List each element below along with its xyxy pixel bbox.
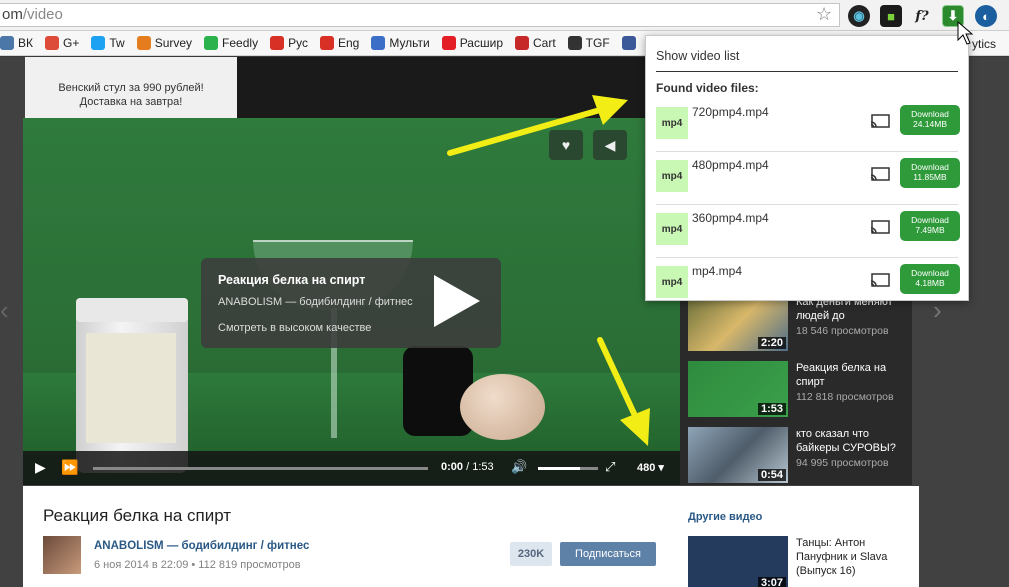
browser-logo-icon[interactable]: ◐ [975, 5, 997, 27]
camera-small-icon [567, 36, 582, 50]
fquestion-icon[interactable]: f? [911, 5, 933, 27]
video-details: Реакция белка на спирт ANABOLISM — бодиб… [23, 486, 919, 587]
video-title: Реакция белка на спирт [43, 506, 232, 525]
channel-link[interactable]: ANABOLISM — бодибилдинг / фитнес [94, 540, 309, 552]
related-video-item[interactable]: 0:54 кто сказал что байкеры СУРОВЫ? 94 99… [680, 421, 912, 483]
url-path: /video [22, 6, 63, 23]
video-player[interactable]: ♥ ◀ Реакция белка на спирт ANABOLISM — б… [23, 118, 680, 485]
bookmark-multi[interactable]: Мульти [371, 36, 430, 50]
video-info-card[interactable]: Реакция белка на спирт ANABOLISM — бодиб… [201, 258, 501, 348]
other-videos-heading[interactable]: Другие видео [688, 511, 762, 523]
volume-slider[interactable] [538, 467, 598, 470]
mp4-badge: mp4 [656, 160, 688, 192]
quality-selector[interactable]: 480 ▾ [637, 461, 664, 474]
bookmark-vk[interactable]: ВК [0, 36, 33, 50]
found-files-heading: Found video files: [656, 81, 759, 95]
yandex-icon [441, 36, 456, 50]
video-file-row: mp4 480pmp4.mp4 Download 11.85MB [656, 152, 960, 205]
bookmark-tgf[interactable]: TGF [567, 36, 610, 50]
like-heart-icon[interactable]: ♥ [549, 130, 583, 160]
video-file-row: mp4 360pmp4.mp4 Download 7.49MB [656, 205, 960, 258]
timecode: 0:00 / 1:53 [441, 461, 494, 473]
show-video-list-link[interactable]: Show video list [656, 36, 958, 72]
cast-icon[interactable] [870, 167, 890, 181]
volume-icon[interactable]: 🔊 [511, 459, 527, 475]
video-thumbnail[interactable]: 3:07 [688, 536, 788, 587]
background-strip [237, 57, 647, 119]
video-thumbnail: 1:53 [688, 361, 788, 417]
player-top-actions: ♥ ◀ [549, 130, 627, 160]
video-meta: 6 ноя 2014 в 22:09 • 112 819 просмотров [94, 559, 301, 571]
feedly-icon [204, 36, 219, 50]
file-name: mp4.mp4 [692, 264, 743, 278]
bookmark-gplus[interactable]: G+ [45, 36, 79, 50]
ad-block[interactable]: Венский стул за 990 рублей! Доставка на … [25, 57, 237, 119]
download-button[interactable]: Download 7.49MB [900, 211, 960, 241]
file-name: 480pmp4.mp4 [692, 158, 769, 172]
cast-icon[interactable] [870, 220, 890, 234]
translate-icon [270, 36, 285, 50]
prev-arrow-icon[interactable]: ‹ [0, 295, 9, 326]
twitter-icon [91, 36, 106, 50]
avatar[interactable] [43, 536, 81, 574]
related-videos: 2:20 Как деньги меняют людей до 18 546 пр… [680, 289, 912, 485]
bookmark-extensions[interactable]: Расшир [441, 36, 503, 50]
url-bar[interactable]: om/video [0, 3, 840, 27]
gplus-icon [45, 36, 59, 50]
url-host: om [2, 6, 23, 23]
video-jar-label [86, 333, 176, 443]
cart-icon [515, 36, 529, 50]
green-square-icon[interactable]: ■ [880, 5, 902, 27]
player-controls: ▶ ⏩ 0:00 / 1:53 🔊 ⤢ 480 ▾ [23, 451, 680, 485]
mp4-badge: mp4 [656, 107, 688, 139]
download-popup: Show video list Found video files: mp4 7… [645, 35, 969, 301]
bookmark-cart[interactable]: Cart [515, 36, 556, 50]
video-file-row: mp4 mp4.mp4 Download 4.18MB [656, 258, 960, 311]
bookmark-facebook[interactable] [621, 36, 636, 50]
bookmark-rus[interactable]: Рус [270, 36, 308, 50]
bookmark-feedly[interactable]: Feedly [204, 36, 258, 50]
file-name: 720pmp4.mp4 [692, 105, 769, 119]
video-jar-lid [76, 298, 188, 322]
mp4-badge: mp4 [656, 213, 688, 245]
cast-icon[interactable] [870, 114, 890, 128]
cast-icon[interactable] [870, 273, 890, 287]
download-button[interactable]: Download 24.14MB [900, 105, 960, 135]
video-object [403, 346, 473, 436]
download-button[interactable]: Download 11.85MB [900, 158, 960, 188]
bookmark-star-icon[interactable]: ☆ [816, 4, 832, 25]
related-video-item[interactable]: 1:53 Реакция белка на спирт 112 818 просм… [680, 355, 912, 417]
play-big-icon[interactable] [434, 275, 480, 327]
other-video-title[interactable]: Танцы: Антон Пануфник и Slava (Выпуск 16… [796, 536, 916, 578]
video-file-row: mp4 720pmp4.mp4 Download 24.14MB [656, 99, 960, 152]
bookmark-survey[interactable]: Survey [136, 36, 192, 50]
volume-level [538, 467, 580, 470]
download-button[interactable]: Download 4.18MB [900, 264, 960, 294]
download-arrow-icon[interactable]: ⬇ [942, 5, 964, 27]
bookmark-twitter[interactable]: Tw [91, 36, 125, 50]
bookmark-analytics-tail: ytics [972, 37, 996, 51]
subscriber-count: 230K [510, 542, 552, 566]
video-egg [460, 374, 545, 440]
translate-icon [319, 36, 334, 50]
progress-bar[interactable] [93, 467, 428, 470]
vk-icon [0, 36, 14, 50]
file-name: 360pmp4.mp4 [692, 211, 769, 225]
video-thumbnail: 0:54 [688, 427, 788, 483]
subscribe-button[interactable]: Подписаться [560, 542, 656, 566]
bookmark-eng[interactable]: Eng [319, 36, 359, 50]
mp4-badge: mp4 [656, 266, 688, 298]
fast-forward-icon[interactable]: ⏩ [61, 459, 78, 476]
share-megaphone-icon[interactable]: ◀ [593, 130, 627, 160]
multi-icon [371, 36, 386, 50]
play-icon[interactable]: ▶ [35, 459, 46, 476]
fullscreen-icon[interactable]: ⤢ [605, 459, 615, 475]
survey-icon [136, 36, 151, 50]
facebook-icon [621, 36, 636, 50]
browser-toolbar: om/video ☆ ◉ ■ f? ⬇ ◐ [0, 0, 1009, 31]
camera-icon[interactable]: ◉ [848, 5, 870, 27]
